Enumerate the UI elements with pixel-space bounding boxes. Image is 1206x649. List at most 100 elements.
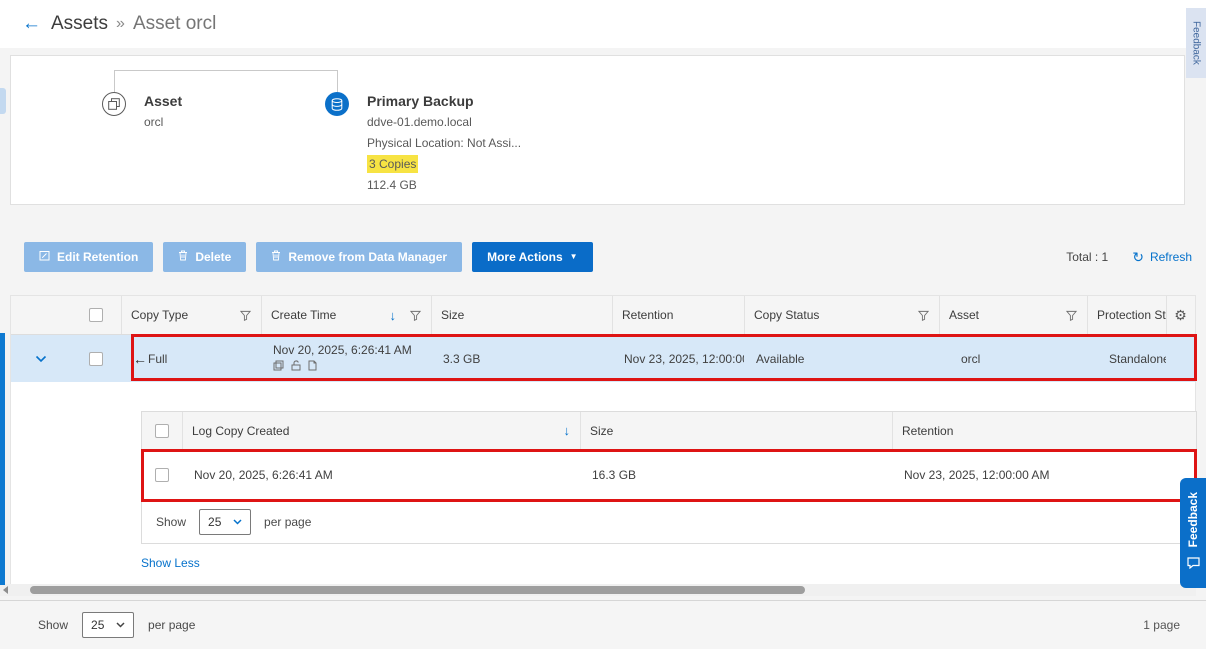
scrollbar-thumb[interactable]: [30, 586, 805, 594]
log-copy-row[interactable]: Nov 20, 2025, 6:26:41 AM 16.3 GB Nov 23,…: [142, 450, 1196, 501]
backup-host: ddve-01.demo.local: [367, 113, 521, 131]
copies-table: Copy Type Create Time ↓ Size Retention C…: [10, 295, 1196, 585]
collapse-chevron-icon[interactable]: [35, 355, 47, 363]
show-less-link[interactable]: Show Less: [141, 556, 200, 570]
caret-down-icon: ▼: [570, 253, 578, 261]
sort-descending-icon[interactable]: ↓: [564, 423, 571, 438]
total-count: Total : 1: [1066, 250, 1108, 264]
horizontal-scrollbar[interactable]: [0, 584, 1196, 596]
cell-create-time: Nov 20, 2025, 6:26:41 AM: [261, 335, 431, 382]
scroll-left-arrow-icon[interactable]: [3, 586, 8, 594]
feedback-tab-bottom[interactable]: Feedback: [1180, 478, 1206, 588]
connector-line: [114, 70, 338, 71]
more-actions-button[interactable]: More Actions ▼: [472, 242, 592, 272]
filter-icon[interactable]: [1066, 310, 1077, 321]
left-edge-marker: [0, 88, 6, 114]
copies-count: 3 Copies: [367, 155, 418, 173]
column-copy-status[interactable]: Copy Status: [744, 296, 939, 334]
breadcrumb-current: Asset orcl: [133, 13, 216, 35]
breadcrumb-separator-icon: »: [116, 15, 125, 33]
chevron-down-icon: [233, 519, 242, 525]
per-page-select[interactable]: 25: [82, 612, 134, 638]
edit-icon: [39, 250, 50, 264]
refresh-icon: ↻: [1132, 250, 1144, 264]
filter-icon[interactable]: [410, 310, 421, 321]
speech-bubble-icon: [1187, 556, 1200, 574]
asset-node-title: Asset: [144, 92, 182, 110]
select-all-cell: [71, 296, 121, 334]
column-size[interactable]: Size: [431, 296, 612, 334]
asset-node-name: orcl: [144, 113, 182, 131]
backup-node-title: Primary Backup: [367, 92, 521, 110]
column-settings-cell: ⚙: [1166, 296, 1195, 334]
trash-icon: [271, 250, 281, 264]
asset-copy-icon: [102, 92, 126, 116]
row-checkbox[interactable]: [89, 352, 103, 366]
show-label: Show: [38, 618, 68, 632]
cell-log-created: Nov 20, 2025, 6:26:41 AM: [182, 450, 580, 500]
actions-toolbar: Edit Retention Delete Remove from Data M…: [24, 242, 1192, 272]
cell-asset: orcl: [939, 335, 1087, 382]
delete-label: Delete: [195, 250, 231, 264]
refresh-label: Refresh: [1150, 250, 1192, 264]
filter-icon[interactable]: [240, 310, 251, 321]
remove-from-data-manager-button[interactable]: Remove from Data Manager: [256, 242, 462, 272]
cell-log-size: 16.3 GB: [580, 450, 892, 500]
delete-button[interactable]: Delete: [163, 242, 246, 272]
back-arrow-icon[interactable]: ←: [22, 13, 41, 35]
log-select-all-checkbox[interactable]: [155, 424, 169, 438]
copies-table-header: Copy Type Create Time ↓ Size Retention C…: [11, 296, 1195, 335]
expander-header-cell: [11, 296, 71, 334]
column-create-time[interactable]: Create Time ↓: [261, 296, 431, 334]
cell-retention: Nov 23, 2025, 12:00:00 AM: [612, 335, 744, 382]
edit-retention-button[interactable]: Edit Retention: [24, 242, 153, 272]
cell-copy-status: Available: [744, 335, 939, 382]
column-retention[interactable]: Retention: [612, 296, 744, 334]
breadcrumb-parent[interactable]: Assets: [51, 13, 108, 35]
asset-summary-card: Asset orcl Primary Backup ddve-01.demo.l…: [10, 55, 1185, 205]
filter-icon[interactable]: [918, 310, 929, 321]
feedback-tab-top[interactable]: Feedback: [1186, 8, 1206, 78]
refresh-button[interactable]: ↻ Refresh: [1132, 250, 1192, 264]
trash-icon: [178, 250, 188, 264]
log-table-header: Log Copy Created ↓ Size Retention: [142, 412, 1196, 450]
annotation-arrow: ←: [133, 351, 147, 367]
show-label: Show: [156, 515, 186, 529]
connector-line: [114, 70, 115, 92]
column-copy-type[interactable]: Copy Type: [121, 296, 261, 334]
column-log-size[interactable]: Size: [580, 412, 892, 449]
cell-log-retention: Nov 23, 2025, 12:00:00 AM: [892, 450, 1196, 500]
asset-node[interactable]: Asset orcl: [102, 92, 182, 131]
database-icon: [325, 92, 349, 116]
sort-descending-icon[interactable]: ↓: [390, 308, 397, 323]
chevron-down-icon: [116, 622, 125, 628]
per-page-label: per page: [148, 618, 195, 632]
column-asset[interactable]: Asset: [939, 296, 1087, 334]
backup-size: 112.4 GB: [367, 176, 521, 194]
backup-copy-row[interactable]: ← Full Nov 20, 2025, 6:26:41 AM 3.3 GB N…: [11, 335, 1195, 382]
footer-pagination-bar: Show 25 per page 1 page: [0, 600, 1206, 649]
breadcrumb-bar: ← Assets » Asset orcl: [0, 0, 1206, 48]
unlock-icon[interactable]: [291, 360, 301, 374]
column-log-retention[interactable]: Retention: [892, 412, 1196, 449]
log-row-checkbox[interactable]: [155, 468, 169, 482]
connector-line: [337, 70, 338, 92]
log-per-page-select[interactable]: 25: [199, 509, 251, 535]
selected-row-indicator: [0, 333, 5, 585]
cell-copy-type: ← Full: [121, 335, 261, 382]
per-page-label: per page: [264, 515, 311, 529]
cell-protection-storage: Standalone: [1087, 335, 1166, 382]
file-icon[interactable]: [308, 360, 317, 374]
select-all-checkbox[interactable]: [89, 308, 103, 322]
gear-icon[interactable]: ⚙: [1174, 307, 1187, 324]
log-table-pagination: Show 25 per page: [142, 501, 1196, 543]
cell-size: 3.3 GB: [431, 335, 612, 382]
edit-retention-label: Edit Retention: [57, 250, 138, 264]
primary-backup-node[interactable]: Primary Backup ddve-01.demo.local Physic…: [325, 92, 521, 194]
column-log-copy-created[interactable]: Log Copy Created ↓: [182, 412, 580, 449]
log-copies-table: Log Copy Created ↓ Size Retention Nov 20…: [141, 411, 1197, 544]
backup-location: Physical Location: Not Assi...: [367, 134, 521, 152]
copy-icon[interactable]: [273, 360, 284, 374]
column-protection-storage[interactable]: Protection St: [1087, 296, 1166, 334]
more-actions-label: More Actions: [487, 250, 563, 264]
